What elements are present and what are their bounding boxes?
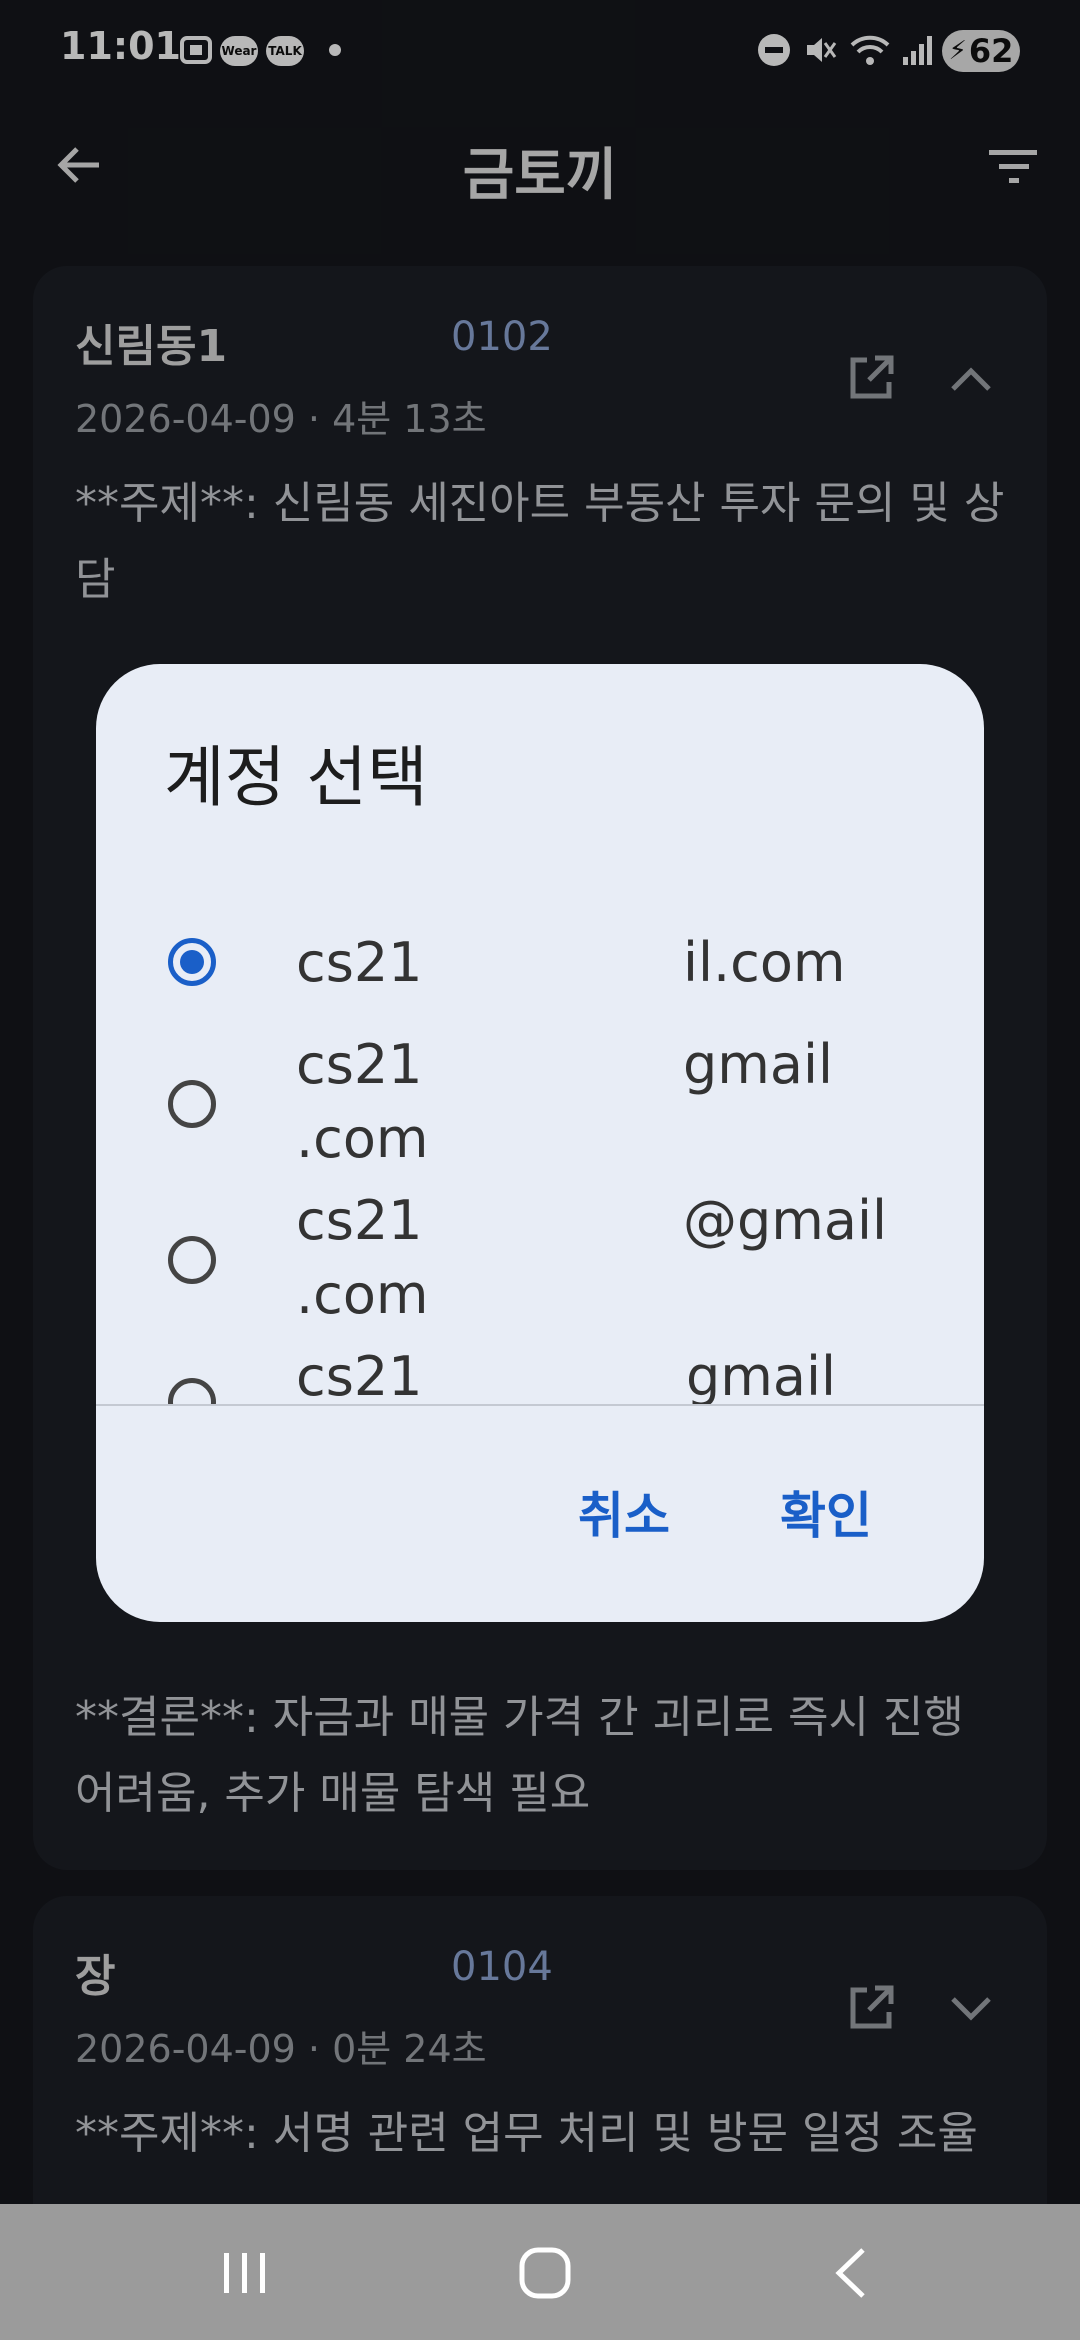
email-prefix: cs21 xyxy=(296,1189,423,1252)
back-nav-icon xyxy=(835,2248,865,2298)
email-prefix: cs21 xyxy=(296,1033,423,1096)
radio-unselected-icon[interactable] xyxy=(168,1080,216,1128)
dialog-title: 계정 선택 xyxy=(164,739,428,816)
account-option[interactable]: cs21 il.com xyxy=(96,900,984,1020)
email-prefix: cs21 xyxy=(296,931,423,994)
email-suffix: il.com xyxy=(683,931,846,994)
navigation-bar xyxy=(0,2204,1080,2340)
email-suffix: gmail xyxy=(683,1033,833,1096)
account-option[interactable]: cs21 @gmail .com xyxy=(96,1184,984,1334)
cancel-button[interactable]: 취소 xyxy=(578,1476,670,1548)
account-email: cs21 gmail .com xyxy=(296,1028,896,1176)
radio-unselected-icon[interactable] xyxy=(168,1236,216,1284)
account-select-dialog: 계정 선택 cs21 il.com cs21 gmail .com cs21 @gma… xyxy=(96,664,984,1622)
email-suffix: @gmail xyxy=(683,1189,887,1252)
confirm-button[interactable]: 확인 xyxy=(780,1476,872,1548)
account-email: cs21 gmail xyxy=(296,1340,896,1404)
dialog-divider xyxy=(96,1404,984,1406)
account-option[interactable]: cs21 gmail xyxy=(96,1340,984,1404)
back-nav-button[interactable] xyxy=(806,2238,896,2308)
home-button[interactable] xyxy=(500,2238,590,2308)
account-email: cs21 il.com xyxy=(296,926,896,1000)
screen: 11:01 Wear TALK ⚡ 62 금토끼 신림동1 0102 2026-… xyxy=(0,0,1080,2340)
home-icon xyxy=(519,2247,571,2299)
account-email: cs21 @gmail .com xyxy=(296,1184,896,1332)
recents-icon xyxy=(224,2253,265,2293)
email-suffix: gmail xyxy=(686,1345,836,1404)
email-line2: .com xyxy=(296,1107,429,1170)
recents-button[interactable] xyxy=(200,2238,290,2308)
email-line2: .com xyxy=(296,1263,429,1326)
account-option[interactable]: cs21 gmail .com xyxy=(96,1028,984,1178)
radio-selected-icon[interactable] xyxy=(168,938,216,986)
email-prefix: cs21 xyxy=(296,1345,423,1404)
radio-unselected-icon[interactable] xyxy=(168,1378,216,1404)
